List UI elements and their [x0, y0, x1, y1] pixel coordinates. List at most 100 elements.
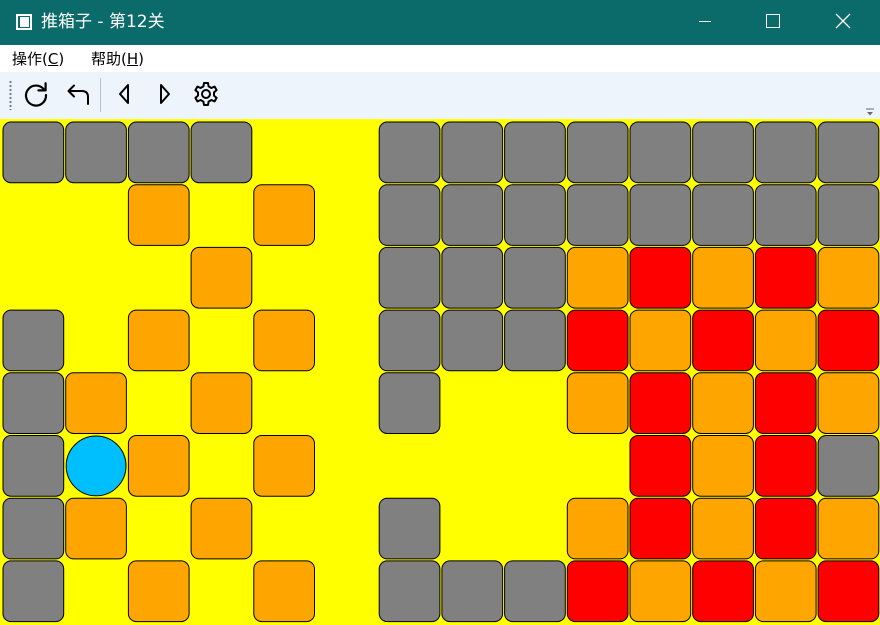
box-on-goal-tile-r5-c10 [629, 435, 692, 497]
box-on-goal-tile-r4-c10 [629, 372, 692, 435]
wall-tile-r3-c8 [504, 309, 566, 372]
close-button[interactable] [814, 0, 872, 45]
wall-tile-r0-c6 [378, 121, 441, 184]
wall-tile-r7-c8 [504, 560, 566, 623]
box-tile-r5-c4 [253, 435, 316, 497]
wall-tile-r0-c11 [692, 121, 754, 184]
box-tile-r4-c9 [566, 372, 629, 435]
wall-tile-r1-c9 [566, 184, 629, 246]
box-tile-r6-c13 [817, 497, 880, 560]
box-tile-r6-c1 [65, 497, 127, 560]
wall-tile-r0-c2 [127, 121, 190, 184]
box-on-goal-tile-r3-c9 [566, 309, 629, 372]
box-tile-r6-c3 [190, 497, 253, 560]
restart-button[interactable] [19, 80, 53, 112]
wall-tile-r2-c6 [378, 246, 441, 309]
toolbar [0, 72, 880, 119]
box-tile-r4-c3 [190, 372, 253, 435]
box-on-goal-tile-r7-c13 [817, 560, 880, 623]
board-canvas [2, 121, 880, 623]
close-icon [835, 13, 851, 33]
box-tile-r3-c4 [253, 309, 316, 372]
wall-tile-r1-c8 [504, 184, 566, 246]
box-tile-r7-c2 [127, 560, 190, 623]
wall-tile-r7-c7 [441, 560, 504, 623]
maximize-button[interactable] [744, 0, 802, 45]
box-tile-r4-c11 [692, 372, 754, 435]
box-tile-r3-c10 [629, 309, 692, 372]
wall-tile-r0-c10 [629, 121, 692, 184]
box-on-goal-tile-r7-c11 [692, 560, 754, 623]
box-on-goal-tile-r3-c11 [692, 309, 754, 372]
wall-tile-r0-c13 [817, 121, 880, 184]
box-tile-r6-c11 [692, 497, 754, 560]
window-title: 推箱子 - 第12关 [41, 12, 165, 32]
box-on-goal-tile-r6-c12 [754, 497, 817, 560]
box-tile-r3-c2 [127, 309, 190, 372]
box-tile-r7-c12 [754, 560, 817, 623]
box-on-goal-tile-r7-c9 [566, 560, 629, 623]
wall-tile-r0-c0 [2, 121, 65, 184]
wall-tile-r3-c6 [378, 309, 441, 372]
wall-tile-r0-c12 [754, 121, 817, 184]
menu-operate-mnemonic: C [47, 50, 59, 68]
maximize-icon [766, 13, 780, 32]
wall-tile-r0-c3 [190, 121, 253, 184]
wall-tile-r1-c13 [817, 184, 880, 246]
box-tile-r2-c13 [817, 246, 880, 309]
minimize-icon [698, 13, 712, 32]
player-token [65, 435, 127, 497]
box-tile-r2-c3 [190, 246, 253, 309]
wall-tile-r1-c12 [754, 184, 817, 246]
wall-tile-r5-c0 [2, 435, 65, 497]
box-on-goal-tile-r6-c10 [629, 497, 692, 560]
wall-tile-r6-c0 [2, 497, 65, 560]
box-tile-r1-c4 [253, 184, 316, 246]
triangle-left-icon [112, 82, 136, 110]
wall-tile-r3-c0 [2, 309, 65, 372]
menu-operate[interactable]: 操作(C) [12, 49, 64, 69]
box-on-goal-tile-r2-c10 [629, 246, 692, 309]
box-tile-r1-c2 [127, 184, 190, 246]
wall-tile-r5-c13 [817, 435, 880, 497]
triangle-right-icon [153, 82, 177, 110]
box-tile-r3-c12 [754, 309, 817, 372]
box-tile-r6-c9 [566, 497, 629, 560]
wall-tile-r3-c7 [441, 309, 504, 372]
wall-tile-r1-c6 [378, 184, 441, 246]
gear-icon [192, 80, 220, 112]
toolbar-overflow-button[interactable] [864, 103, 876, 116]
box-tile-r4-c13 [817, 372, 880, 435]
wall-tile-r0-c9 [566, 121, 629, 184]
box-tile-r4-c1 [65, 372, 127, 435]
menu-bar: 操作(C) 帮助(H) [0, 45, 880, 72]
game-board[interactable] [0, 119, 880, 625]
wall-tile-r7-c6 [378, 560, 441, 623]
menu-help-label: 帮助 [91, 50, 122, 68]
box-on-goal-tile-r4-c12 [754, 372, 817, 435]
box-tile-r2-c9 [566, 246, 629, 309]
box-tile-r5-c11 [692, 435, 754, 497]
previous-level-button[interactable] [107, 80, 141, 112]
toolbar-grip[interactable] [9, 80, 12, 110]
box-on-goal-tile-r3-c13 [817, 309, 880, 372]
wall-tile-r2-c8 [504, 246, 566, 309]
box-tile-r5-c2 [127, 435, 190, 497]
title-bar[interactable]: 推箱子 - 第12关 [0, 0, 880, 45]
box-tile-r7-c10 [629, 560, 692, 623]
settings-button[interactable] [189, 80, 223, 112]
box-tile-r2-c11 [692, 246, 754, 309]
wall-tile-r0-c1 [65, 121, 127, 184]
undo-button[interactable] [60, 80, 94, 112]
box-on-goal-tile-r2-c12 [754, 246, 817, 309]
undo-icon [63, 80, 91, 112]
next-level-button[interactable] [148, 80, 182, 112]
wall-tile-r4-c6 [378, 372, 441, 435]
wall-tile-r7-c0 [2, 560, 65, 623]
menu-help[interactable]: 帮助(H) [91, 49, 144, 69]
wall-tile-r1-c10 [629, 184, 692, 246]
wall-tile-r1-c11 [692, 184, 754, 246]
wall-tile-r1-c7 [441, 184, 504, 246]
minimize-button[interactable] [676, 0, 734, 45]
toolbar-separator [100, 78, 101, 112]
